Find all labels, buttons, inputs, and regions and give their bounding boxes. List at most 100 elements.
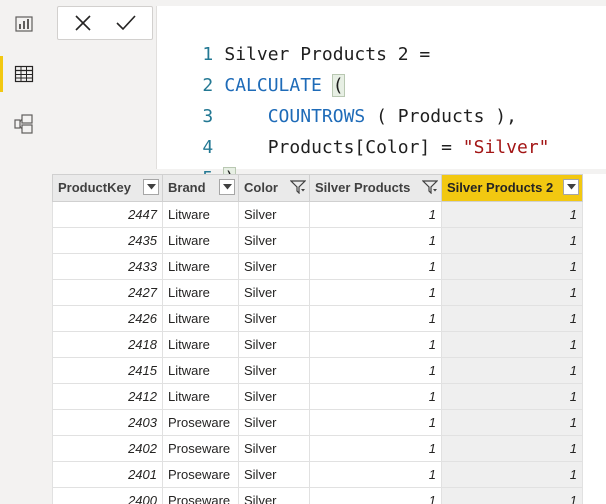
data-grid: ProductKey Brand Color Silver Products S…	[52, 174, 606, 504]
table-cell-silver-products[interactable]: 1	[309, 201, 442, 228]
table-cell-brand[interactable]: Litware	[162, 201, 239, 228]
commit-formula-button[interactable]	[106, 7, 146, 39]
table-cell-brand[interactable]: Litware	[162, 227, 239, 254]
code-line: 4 Products[Color] = "Silver"	[157, 101, 549, 158]
table-cell-silver-products-2[interactable]: 1	[441, 461, 583, 488]
table-row[interactable]: 2433 Litware Silver 1 1	[52, 253, 583, 280]
table-cell-color[interactable]: Silver	[238, 487, 310, 504]
table-cell-silver-products[interactable]: 1	[309, 435, 442, 462]
column-header-color[interactable]: Color	[238, 174, 310, 202]
code-line: 1 Silver Products 2 =	[157, 8, 430, 65]
table-cell-brand[interactable]: Litware	[162, 357, 239, 384]
table-cell-color[interactable]: Silver	[238, 357, 310, 384]
column-header-silver-products-2[interactable]: Silver Products 2	[441, 174, 583, 202]
table-row[interactable]: 2427 Litware Silver 1 1	[52, 279, 583, 306]
table-row[interactable]: 2447 Litware Silver 1 1	[52, 201, 583, 228]
table-cell-color[interactable]: Silver	[238, 435, 310, 462]
close-icon	[75, 15, 91, 31]
table-row[interactable]: 2435 Litware Silver 1 1	[52, 227, 583, 254]
table-row[interactable]: 2403 Proseware Silver 1 1	[52, 409, 583, 436]
table-cell-silver-products[interactable]: 1	[309, 279, 442, 306]
table-cell-productkey[interactable]: 2412	[52, 383, 163, 410]
table-cell-silver-products[interactable]: 1	[309, 305, 442, 332]
filter-dropdown-button[interactable]	[143, 179, 159, 195]
table-cell-color[interactable]: Silver	[238, 383, 310, 410]
table-cell-silver-products-2[interactable]: 1	[441, 383, 583, 410]
model-view-button[interactable]	[0, 104, 48, 144]
chevron-down-icon	[222, 184, 232, 190]
table-row[interactable]: 2400 Proseware Silver 1 1	[52, 487, 583, 504]
table-cell-color[interactable]: Silver	[238, 305, 310, 332]
table-cell-productkey[interactable]: 2403	[52, 409, 163, 436]
table-cell-silver-products[interactable]: 1	[309, 461, 442, 488]
table-cell-brand[interactable]: Proseware	[162, 409, 239, 436]
table-cell-silver-products-2[interactable]: 1	[441, 487, 583, 504]
table-cell-productkey[interactable]: 2400	[52, 487, 163, 504]
table-cell-brand[interactable]: Litware	[162, 331, 239, 358]
table-cell-color[interactable]: Silver	[238, 279, 310, 306]
filter-dropdown-button[interactable]	[563, 179, 579, 195]
table-cell-silver-products[interactable]: 1	[309, 227, 442, 254]
column-header-brand[interactable]: Brand	[162, 174, 239, 202]
filter-active-button[interactable]	[422, 179, 438, 195]
products-table: ProductKey Brand Color Silver Products S…	[52, 174, 583, 504]
table-row[interactable]: 2401 Proseware Silver 1 1	[52, 461, 583, 488]
table-cell-silver-products-2[interactable]: 1	[441, 253, 583, 280]
table-cell-brand[interactable]: Litware	[162, 253, 239, 280]
table-cell-productkey[interactable]: 2427	[52, 279, 163, 306]
filter-active-button[interactable]	[290, 179, 306, 195]
table-cell-silver-products[interactable]: 1	[309, 357, 442, 384]
chevron-down-icon	[146, 184, 156, 190]
table-cell-silver-products-2[interactable]: 1	[441, 227, 583, 254]
silver-string-literal: "Silver"	[462, 137, 550, 158]
table-cell-brand[interactable]: Litware	[162, 279, 239, 306]
table-cell-brand[interactable]: Litware	[162, 305, 239, 332]
table-cell-silver-products-2[interactable]: 1	[441, 357, 583, 384]
table-cell-silver-products[interactable]: 1	[309, 383, 442, 410]
view-rail	[0, 0, 48, 504]
table-row[interactable]: 2412 Litware Silver 1 1	[52, 383, 583, 410]
table-cell-productkey[interactable]: 2418	[52, 331, 163, 358]
table-cell-silver-products-2[interactable]: 1	[441, 279, 583, 306]
table-cell-silver-products-2[interactable]: 1	[441, 331, 583, 358]
table-cell-silver-products-2[interactable]: 1	[441, 409, 583, 436]
table-cell-silver-products[interactable]: 1	[309, 253, 442, 280]
table-cell-brand[interactable]: Proseware	[162, 435, 239, 462]
table-view-button[interactable]	[0, 54, 48, 94]
table-cell-productkey[interactable]: 2433	[52, 253, 163, 280]
table-cell-silver-products-2[interactable]: 1	[441, 201, 583, 228]
table-cell-color[interactable]: Silver	[238, 461, 310, 488]
table-row[interactable]: 2418 Litware Silver 1 1	[52, 331, 583, 358]
table-body: 2447 Litware Silver 1 1 2435 Litware Silver 1 1 24…	[52, 201, 583, 504]
table-cell-productkey[interactable]: 2415	[52, 357, 163, 384]
table-cell-brand[interactable]: Proseware	[162, 487, 239, 504]
formula-editor[interactable]: 1 Silver Products 2 = 2 CALCULATE ( 3 COUN…	[156, 6, 606, 190]
filter-dropdown-button[interactable]	[219, 179, 235, 195]
table-cell-productkey[interactable]: 2401	[52, 461, 163, 488]
table-cell-productkey[interactable]: 2426	[52, 305, 163, 332]
table-cell-color[interactable]: Silver	[238, 409, 310, 436]
table-cell-productkey[interactable]: 2402	[52, 435, 163, 462]
column-header-silver-products[interactable]: Silver Products	[309, 174, 442, 202]
table-cell-productkey[interactable]: 2435	[52, 227, 163, 254]
model-view-icon	[14, 114, 33, 134]
table-cell-brand[interactable]: Litware	[162, 383, 239, 410]
table-cell-color[interactable]: Silver	[238, 253, 310, 280]
table-cell-productkey[interactable]: 2447	[52, 201, 163, 228]
table-cell-silver-products[interactable]: 1	[309, 331, 442, 358]
table-cell-silver-products[interactable]: 1	[309, 487, 442, 504]
table-row[interactable]: 2415 Litware Silver 1 1	[52, 357, 583, 384]
filter-funnel-icon	[290, 180, 306, 194]
table-cell-color[interactable]: Silver	[238, 227, 310, 254]
table-cell-brand[interactable]: Proseware	[162, 461, 239, 488]
column-header-productkey[interactable]: ProductKey	[52, 174, 163, 202]
table-cell-silver-products-2[interactable]: 1	[441, 305, 583, 332]
table-row[interactable]: 2426 Litware Silver 1 1	[52, 305, 583, 332]
report-view-button[interactable]	[0, 4, 48, 44]
table-row[interactable]: 2402 Proseware Silver 1 1	[52, 435, 583, 462]
table-cell-color[interactable]: Silver	[238, 331, 310, 358]
table-cell-silver-products[interactable]: 1	[309, 409, 442, 436]
table-cell-color[interactable]: Silver	[238, 201, 310, 228]
table-cell-silver-products-2[interactable]: 1	[441, 435, 583, 462]
cancel-formula-button[interactable]	[63, 7, 103, 39]
